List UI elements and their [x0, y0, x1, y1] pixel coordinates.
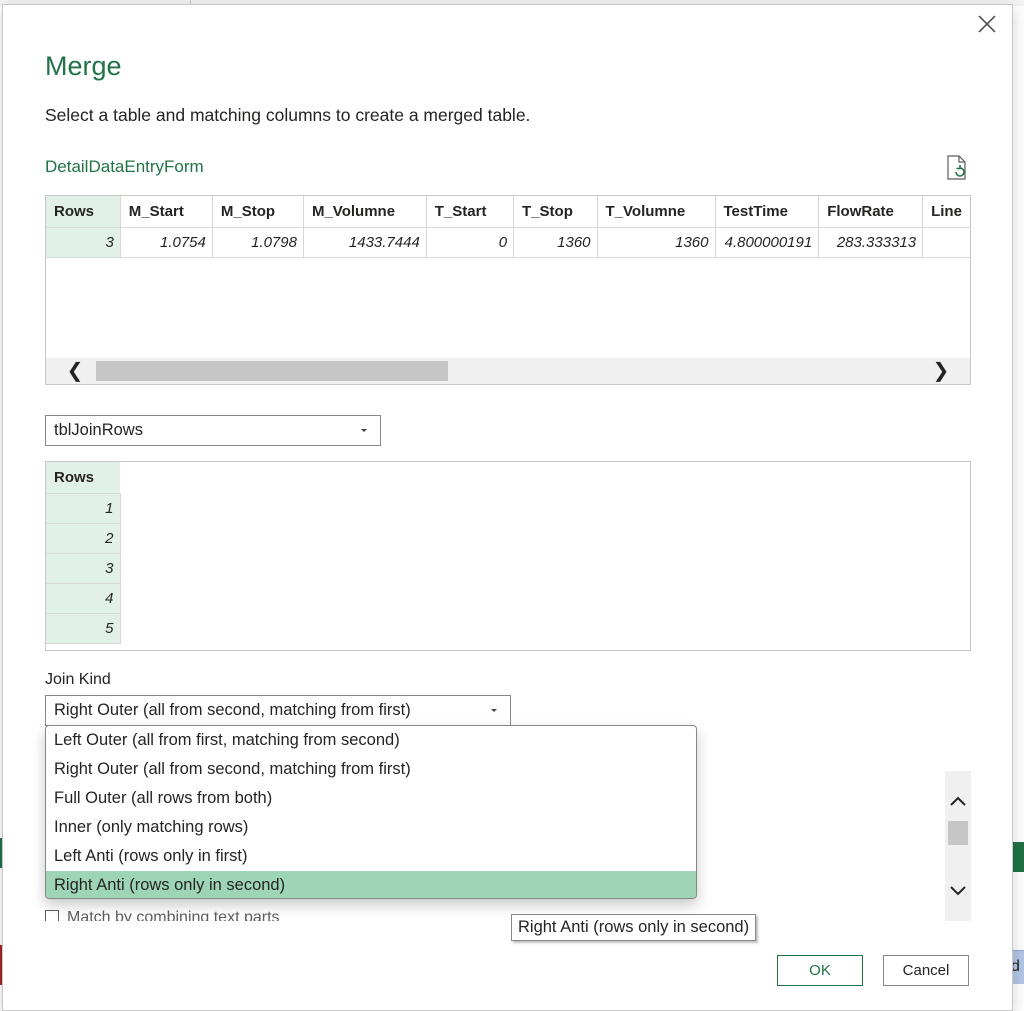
join-kind-label: Join Kind [45, 671, 111, 688]
first-table-grid: Rows M_Start M_Stop M_Volumne T_Start T_… [46, 196, 970, 258]
table-cell: 2 [46, 523, 121, 554]
second-table-select[interactable]: tblJoinRows [45, 415, 381, 446]
join-kind-dropdown-list: Left Outer (all from first, matching fro… [45, 725, 697, 899]
table-row: 3 [46, 553, 121, 584]
vertical-scrollbar[interactable] [945, 771, 971, 921]
join-option-left-anti[interactable]: Left Anti (rows only in first) [46, 842, 696, 871]
chevron-down-icon [361, 429, 367, 432]
table-row: 3 1.0754 1.0798 1433.7444 0 1360 1360 4.… [46, 227, 970, 258]
join-kind-select[interactable]: Right Outer (all from second, matching f… [45, 695, 511, 726]
scrollbar-thumb[interactable] [96, 361, 448, 381]
column-header-line[interactable]: Line [922, 196, 970, 228]
table-row: 5 [46, 613, 121, 644]
table-row: 2 [46, 523, 121, 554]
dialog-subtitle: Select a table and matching columns to c… [45, 105, 531, 125]
table-cell: 1360 [513, 227, 598, 258]
join-option-full-outer[interactable]: Full Outer (all rows from both) [46, 784, 696, 813]
scroll-left-icon[interactable]: ❮ [60, 358, 90, 384]
cancel-button[interactable]: Cancel [883, 955, 969, 986]
join-option-right-outer[interactable]: Right Outer (all from second, matching f… [46, 755, 696, 784]
table-row: 1 [46, 493, 121, 524]
table-row: 4 [46, 583, 121, 614]
join-option-left-outer[interactable]: Left Outer (all from first, matching fro… [46, 726, 696, 755]
table-cell: 1360 [597, 227, 716, 258]
option-tooltip: Right Anti (rows only in second) [511, 914, 757, 941]
scrollbar-thumb[interactable] [948, 821, 968, 845]
table-cell: 1 [46, 493, 121, 524]
close-button[interactable] [974, 11, 1000, 37]
column-header-testtime[interactable]: TestTime [715, 196, 820, 228]
merge-dialog: Merge Select a table and matching column… [2, 4, 1013, 1011]
join-option-right-anti[interactable]: Right Anti (rows only in second) [46, 871, 696, 898]
column-header-m-start[interactable]: M_Start [120, 196, 213, 228]
join-kind-selected-value: Right Outer (all from second, matching f… [54, 701, 411, 719]
checkbox[interactable] [45, 910, 59, 921]
column-header-rows[interactable]: Rows [46, 462, 120, 494]
column-header-m-stop[interactable]: M_Stop [212, 196, 304, 228]
first-table-name: DetailDataEntryForm [45, 157, 204, 176]
scroll-right-icon[interactable]: ❯ [926, 358, 956, 384]
column-header-rows[interactable]: Rows [46, 196, 121, 228]
scroll-down-icon[interactable] [945, 877, 971, 903]
table-cell: 5 [46, 613, 121, 644]
ok-button[interactable]: OK [777, 955, 863, 986]
table-cell: 283.333313 [818, 227, 924, 258]
close-icon [978, 15, 996, 33]
table-cell [922, 227, 970, 258]
table-cell: 0 [426, 227, 515, 258]
table-cell: 3 [46, 227, 121, 258]
table-cell: 1.0754 [120, 227, 213, 258]
background-green-accent-right [1012, 842, 1024, 872]
table-cell: 4 [46, 583, 121, 614]
scroll-up-icon[interactable] [945, 789, 971, 815]
horizontal-scrollbar[interactable]: ❮ ❯ [46, 358, 970, 384]
table-cell: 1433.7444 [303, 227, 427, 258]
refresh-preview-icon[interactable] [945, 155, 969, 181]
table-cell: 1.0798 [212, 227, 304, 258]
first-table-preview: Rows M_Start M_Stop M_Volumne T_Start T_… [45, 195, 971, 385]
second-table-selected-value: tblJoinRows [54, 421, 143, 439]
second-table-preview: Rows 1 2 3 4 5 [45, 461, 971, 651]
join-option-inner[interactable]: Inner (only matching rows) [46, 813, 696, 842]
checkbox-label: Match by combining text parts [67, 909, 280, 921]
column-header-t-start[interactable]: T_Start [426, 196, 515, 228]
fuzzy-match-checkbox-row[interactable]: Match by combining text parts [45, 909, 515, 921]
column-header-t-volumne[interactable]: T_Volumne [597, 196, 716, 228]
table-cell: 4.800000191 [715, 227, 820, 258]
second-table-grid: Rows 1 2 3 4 5 [46, 462, 121, 644]
dialog-title: Merge [45, 51, 122, 81]
chevron-down-icon [491, 709, 497, 712]
column-header-t-stop[interactable]: T_Stop [513, 196, 598, 228]
table-cell: 3 [46, 553, 121, 584]
column-header-flowrate[interactable]: FlowRate [818, 196, 924, 228]
column-header-m-volumne[interactable]: M_Volumne [303, 196, 427, 228]
